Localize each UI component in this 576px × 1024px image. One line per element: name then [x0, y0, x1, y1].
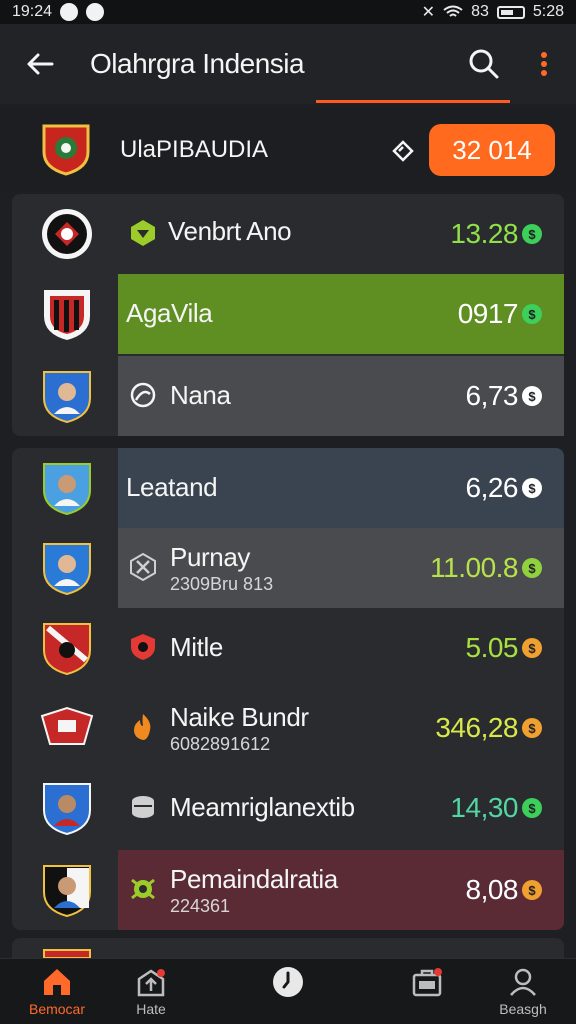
notification-icon	[60, 3, 79, 21]
active-tab-indicator	[316, 100, 510, 103]
profile-icon	[510, 968, 536, 996]
club-crest-icon	[40, 706, 94, 745]
club-crest-icon	[43, 623, 91, 676]
coin-icon: $	[522, 718, 542, 738]
list-item[interactable]: Purnay 2309Bru 813 11.00.8 $	[12, 528, 564, 608]
list-item[interactable]: AgaVila 0917 $	[12, 274, 564, 354]
list-item[interactable]: Meamriglanextib 14,30 $	[12, 768, 564, 848]
player-subtext: 224361	[170, 896, 231, 916]
league-name: UlaPIBAUDIA	[120, 136, 269, 163]
player-avatar-icon	[43, 463, 91, 516]
coin-icon: $	[522, 304, 542, 324]
player-name: Pemaindalratia	[170, 864, 338, 894]
upload-icon	[137, 969, 165, 997]
coin-icon: $	[522, 798, 542, 818]
coin-icon: $	[522, 386, 542, 406]
briefcase-icon	[412, 968, 442, 997]
splash-icon	[131, 878, 155, 900]
bottom-navigation: Bemocar Hate Beasgh	[0, 958, 576, 1024]
player-value: 346,28	[435, 712, 518, 743]
player-value: 6,73	[465, 380, 519, 411]
nav-label: Hate	[136, 1001, 166, 1017]
swirl-icon	[130, 382, 156, 408]
status-time-right: 5:28	[532, 3, 564, 20]
wifi-icon	[443, 5, 463, 17]
player-name: Mitle	[170, 632, 223, 662]
player-avatar-icon	[43, 371, 91, 424]
nav-item-home[interactable]: Bemocar	[12, 965, 102, 1023]
player-name: Naike Bundr	[170, 702, 309, 732]
nav-item-clock[interactable]	[243, 965, 333, 1023]
league-crest-icon	[42, 124, 90, 176]
player-subtext: 2309Bru 813	[170, 574, 274, 594]
shield-icon	[131, 634, 155, 660]
mute-icon: ✕	[421, 4, 436, 21]
notification-icon-2	[86, 3, 105, 21]
list-group-2: Leatand 6,26 $ Purnay 2309Bru 813 11.00.…	[12, 448, 564, 930]
score-badge[interactable]: 32 014	[429, 124, 555, 176]
nav-item-hate[interactable]: Hate	[106, 965, 196, 1023]
player-avatar-icon	[43, 783, 91, 836]
shuffle-icon	[130, 552, 156, 582]
league-header[interactable]: UlaPIBAUDIA 32 014	[0, 108, 576, 192]
nav-label: Beasgh	[499, 1001, 547, 1017]
player-name: AgaVila	[126, 298, 213, 328]
player-subtext: 6082891612	[170, 734, 271, 754]
player-name: Venbrt Ano	[168, 216, 292, 246]
player-name: Purnay	[170, 542, 250, 572]
coin-icon: $	[522, 880, 542, 900]
player-value: 11.00.8	[430, 552, 518, 583]
nav-item-profile[interactable]: Beasgh	[478, 965, 568, 1023]
clock-icon	[273, 967, 303, 997]
list-group-3	[12, 938, 564, 958]
player-value: 0917	[457, 298, 519, 329]
player-value: 13.28	[450, 218, 518, 249]
page-title: Olahrgra Indensia	[90, 48, 305, 79]
status-bar: 19:24 ✕ 83 5:28	[0, 0, 576, 24]
more-options-icon[interactable]	[530, 48, 558, 80]
player-value: 5.05	[465, 632, 519, 663]
coin-icon: $	[522, 224, 542, 244]
stack-icon	[132, 796, 154, 818]
home-icon	[44, 969, 70, 995]
player-name: Leatand	[126, 472, 218, 502]
player-value: 14,30	[450, 792, 518, 823]
hexagon-icon	[131, 220, 155, 246]
back-arrow-icon[interactable]	[22, 46, 58, 82]
nav-item-briefcase[interactable]	[382, 965, 472, 1023]
player-name: Meamriglanextib	[170, 792, 355, 822]
status-time-left: 19:24	[12, 3, 53, 20]
diamond-icon	[392, 140, 414, 162]
list-item[interactable]: Pemaindalratia 224361 8,08 $	[12, 850, 564, 930]
club-crest-icon	[42, 209, 92, 259]
coin-icon: $	[522, 558, 542, 578]
list-item[interactable]: Nana 6,73 $	[12, 356, 564, 436]
list-group-1: Venbrt Ano 13.28 $ AgaVila 0917 $ Nana 6…	[12, 194, 564, 436]
club-crest-icon	[44, 290, 90, 340]
coin-icon: $	[522, 478, 542, 498]
list-item[interactable]: Leatand 6,26 $	[12, 448, 564, 528]
player-value: 8,08	[465, 874, 519, 905]
app-bar: Olahrgra Indensia	[0, 24, 576, 104]
coin-icon: $	[522, 638, 542, 658]
nav-label: Bemocar	[28, 1001, 86, 1017]
player-avatar-icon	[43, 543, 91, 596]
flame-icon	[134, 714, 151, 740]
list-item[interactable]: Mitle 5.05 $	[12, 608, 564, 688]
search-icon[interactable]	[466, 46, 502, 82]
signal-text: 83	[471, 3, 489, 20]
player-name: Nana	[170, 380, 231, 410]
player-value: 6,26	[465, 472, 519, 503]
list-item[interactable]: Naike Bundr 6082891612 346,28 $	[12, 688, 564, 768]
battery-icon	[496, 5, 525, 19]
club-crest-icon	[43, 949, 91, 958]
list-item[interactable]: Venbrt Ano 13.28 $	[12, 194, 564, 274]
player-avatar-icon	[43, 865, 91, 918]
